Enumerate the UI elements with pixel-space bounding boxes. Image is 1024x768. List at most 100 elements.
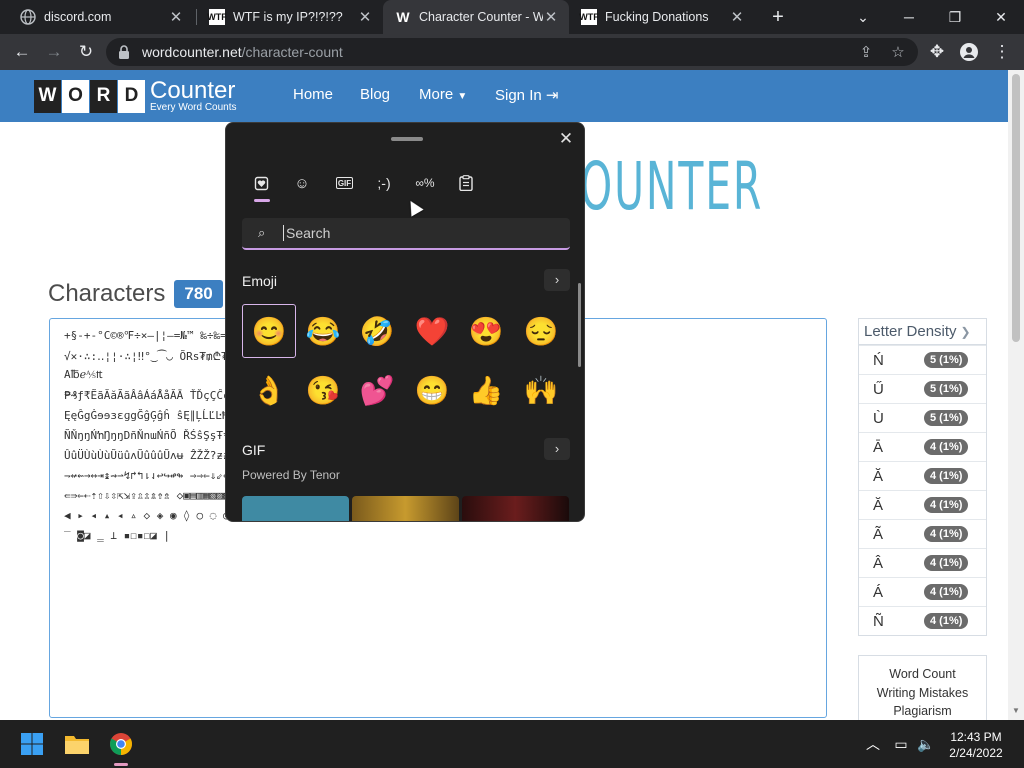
link-plagiarism[interactable]: Plagiarism [859,702,986,720]
chrome-icon[interactable] [107,730,135,758]
nav-blog[interactable]: Blog [360,86,390,103]
nav-more-label: More [419,86,454,103]
density-char: Ă [873,496,884,514]
emoji-item[interactable]: 🙌 [514,363,568,417]
share-icon[interactable]: ⇪ [854,40,878,64]
link-writing-mistakes[interactable]: Writing Mistakes [859,684,986,703]
smiley-icon[interactable]: ☺ [289,171,315,195]
letter-density-title: Letter Density [864,323,957,340]
close-window-icon[interactable]: ✕ [978,0,1024,34]
density-badge: 5 (1%) [924,381,969,397]
close-panel-icon[interactable]: ✕ [556,129,576,149]
emoji-item[interactable]: 😁 [405,363,459,417]
tab-wtf-ip[interactable]: WTF WTF is my IP?!?!?? ✕ [197,0,383,34]
profile-avatar-icon[interactable] [957,40,981,64]
clock-date: 2/24/2022 [949,746,1003,760]
density-row: Á 4 (1%) [859,577,986,606]
logo-letter: O [62,79,89,113]
emoji-search-box[interactable]: ⌕ [242,218,570,250]
clock[interactable]: 12:43 PM 2/24/2022 [940,729,1012,761]
network-icon[interactable]: ▭ [891,734,911,754]
site-logo[interactable]: W O R D Counter Every Word Counts [34,79,237,113]
logo-letter: R [90,79,117,113]
density-badge: 4 (1%) [924,439,969,455]
gif-icon[interactable]: GIF [336,177,353,189]
close-tab-icon[interactable]: ✕ [543,8,559,26]
gif-section-title: GIF [242,442,266,458]
chevron-down-icon: ❯ [960,324,971,339]
clock-time: 12:43 PM [950,730,1002,744]
logo-wordmark: Counter Every Word Counts [150,79,237,113]
gif-thumbnail[interactable] [242,496,349,521]
tab-search-chevron-icon[interactable]: ⌄ [840,0,886,34]
density-badge: 5 (1%) [924,352,969,368]
tab-discord[interactable]: discord.com ✕ [8,0,194,34]
link-word-count[interactable]: Word Count [859,665,986,684]
close-tab-icon[interactable]: ✕ [729,8,745,26]
address-bar[interactable]: wordcounter.net/character-count ⇪ ☆ [106,38,918,66]
scrollbar-thumb[interactable] [1012,74,1020,342]
logo-letter: D [118,79,145,113]
windows-start-icon[interactable] [18,730,46,758]
gif-thumbnail[interactable] [352,496,459,521]
close-tab-icon[interactable]: ✕ [357,8,373,26]
new-tab-plus-icon[interactable]: + [766,5,790,29]
emoji-item[interactable]: 🤣 [350,304,404,358]
density-row: Â 4 (1%) [859,548,986,577]
emoji-item[interactable]: 👍 [459,363,513,417]
emoji-item[interactable]: 😂 [296,304,350,358]
browser-toolbar: ← → ↻ wordcounter.net/character-count ⇪ … [0,34,1024,70]
emoji-item[interactable]: 😘 [296,363,350,417]
emoji-item[interactable]: ❤️ [405,304,459,358]
recent-heart-icon[interactable] [249,171,275,195]
density-badge: 4 (1%) [924,497,969,513]
kaomoji-icon[interactable]: ;-) [371,171,397,195]
tab-character-counter[interactable]: W Character Counter - W ✕ [383,0,569,34]
emoji-more-chevron-icon[interactable]: › [544,269,570,291]
tab-donations[interactable]: WTF Fucking Donations ✕ [569,0,755,34]
forward-arrow-icon[interactable]: → [42,40,66,64]
gif-more-chevron-icon[interactable]: › [544,438,570,460]
bookmark-star-icon[interactable]: ☆ [886,40,910,64]
density-row: Ù 5 (1%) [859,403,986,432]
density-badge: 5 (1%) [924,410,969,426]
emoji-item[interactable]: 😍 [459,304,513,358]
volume-icon[interactable]: 🔈 [916,734,936,754]
lock-icon [118,45,132,59]
panel-scrollbar[interactable] [578,283,581,367]
kebab-menu-icon[interactable]: ⋮ [990,40,1014,64]
emoji-item[interactable]: 👌 [242,363,296,417]
sign-in-icon: ⇥ [545,87,559,104]
file-explorer-icon[interactable] [63,730,91,758]
close-tab-icon[interactable]: ✕ [168,8,184,26]
extensions-puzzle-icon[interactable]: ✥ [925,40,949,64]
restore-icon[interactable]: ❐ [932,0,978,34]
characters-label: Characters [48,280,166,307]
related-links-box: Word Count Writing Mistakes Plagiarism [858,655,987,720]
tab-title: WTF is my IP?!?!?? [233,10,343,24]
nav-sign-in[interactable]: Sign In ⇥ [495,86,558,104]
emoji-item[interactable]: 😊 [242,304,296,358]
symbols-icon[interactable]: ∞% [412,171,438,195]
clipboard-icon[interactable] [453,171,479,195]
scroll-down-icon[interactable]: ▼ [1012,706,1020,715]
density-row: Ń 5 (1%) [859,345,986,374]
reload-icon[interactable]: ↻ [74,40,98,64]
gif-thumbnail[interactable] [462,496,569,521]
drag-handle[interactable] [391,137,423,141]
letter-density-header[interactable]: Letter Density ❯ [859,319,986,345]
emoji-item[interactable]: 😔 [514,304,568,358]
density-char: Â [873,554,884,572]
density-row: Ā 4 (1%) [859,432,986,461]
emoji-search-input[interactable] [283,225,543,241]
nav-home[interactable]: Home [293,86,333,103]
back-arrow-icon[interactable]: ← [10,40,34,64]
emoji-item[interactable]: 💕 [350,363,404,417]
caret-down-icon: ▼ [457,91,468,102]
minimize-icon[interactable]: ─ [886,0,932,34]
chrome-active-indicator [114,763,128,766]
tray-chevron-icon[interactable]: ︿ [863,734,883,754]
logo-word: Counter [150,77,236,104]
page-scrollbar[interactable]: ▲ ▼ [1008,70,1024,720]
nav-more[interactable]: More ▼ [419,86,467,103]
